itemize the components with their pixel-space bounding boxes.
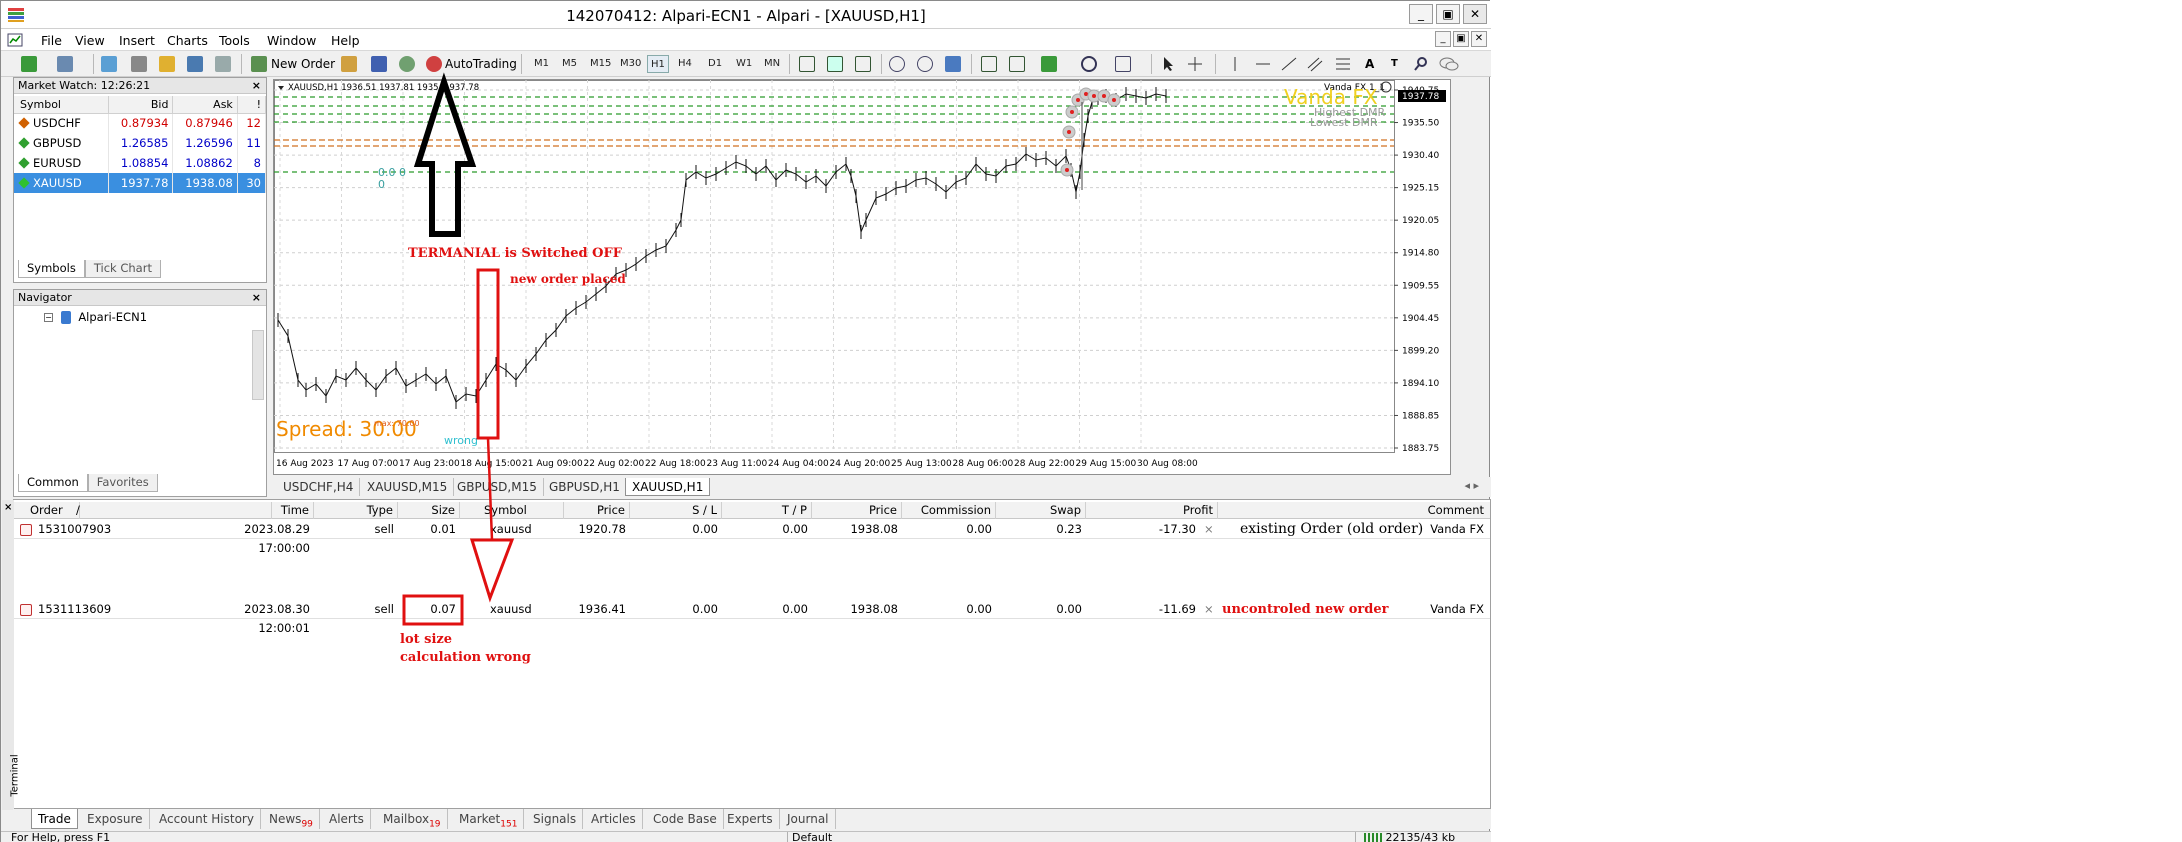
annotation-new-order: new order placed — [510, 272, 626, 286]
size-highlight-box — [402, 594, 464, 626]
red-rect-annotation — [476, 268, 500, 440]
down-arrow-annotation — [469, 538, 515, 603]
annotation-uncontrolled: uncontroled new order — [1222, 602, 1389, 617]
up-arrow-annotation — [413, 72, 477, 237]
red-line-annotation — [486, 437, 494, 541]
annotation-terminal-off: TERMANIAL is Switched OFF — [408, 246, 622, 261]
annotation-existing-order: existing Order (old order) — [1240, 521, 1424, 537]
annotation-lot-size: lot size — [400, 632, 453, 647]
annotation-overlay — [402, 72, 515, 626]
annotation-calc-wrong: calculation wrong — [400, 650, 531, 665]
